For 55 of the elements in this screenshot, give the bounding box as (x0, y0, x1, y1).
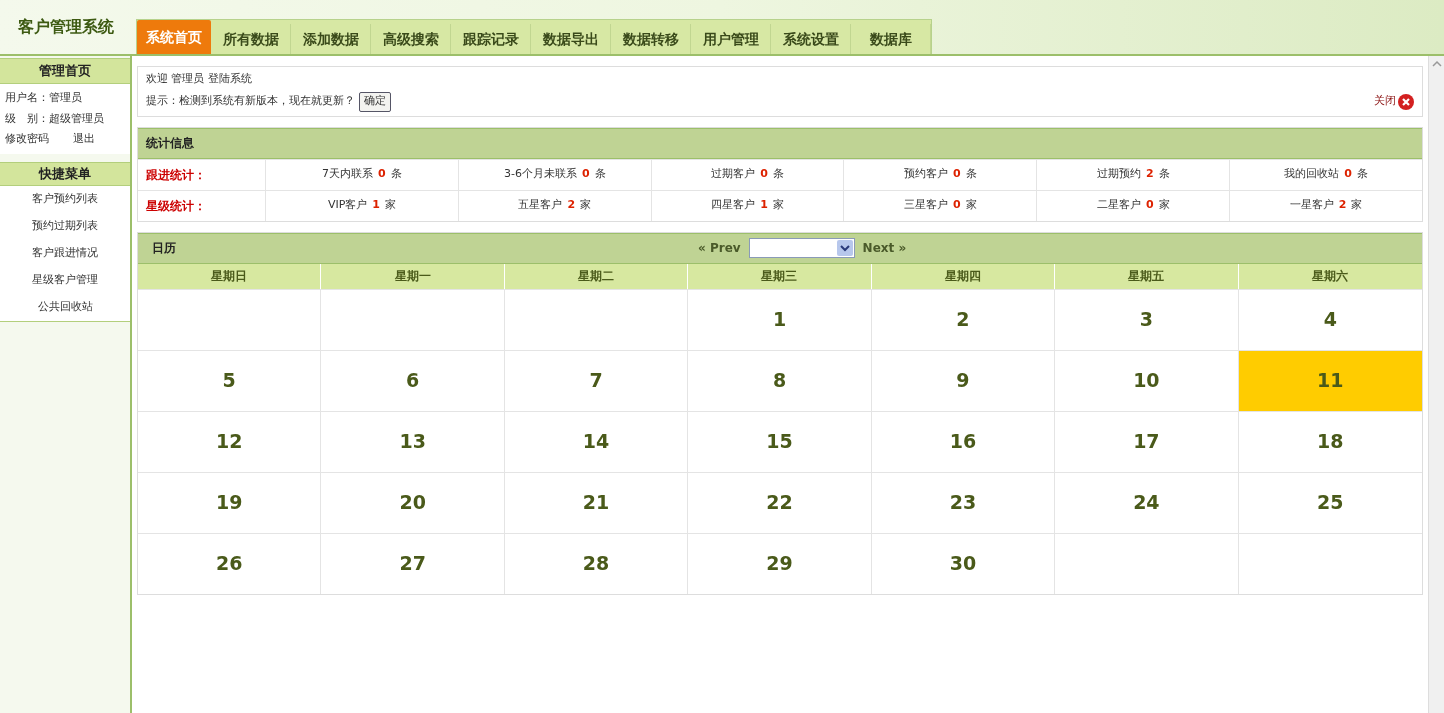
nav-tab[interactable]: 所有数据 (211, 24, 291, 54)
stats-item-text: 7天内联系 0 条 (322, 166, 402, 183)
dropdown-caret-icon (836, 240, 853, 256)
sidebar-heading: 管理首页 (0, 58, 130, 84)
stats-item-text: 一星客户 2 家 (1289, 197, 1363, 214)
weekday-label: 星期日 (211, 268, 248, 285)
nav-tab[interactable]: 添加数据 (291, 24, 371, 54)
weekday-label: 星期六 (1312, 268, 1349, 285)
menu-link[interactable]: 客户预约列表 (32, 185, 98, 213)
month-select[interactable] (748, 238, 855, 258)
app-logo: 客户管理系统 (18, 16, 114, 38)
stats-item-text: VIP客户 1 家 (327, 197, 396, 214)
sidebar-link[interactable]: 修改密码 (5, 131, 49, 148)
confirm-button[interactable]: 确定 (359, 91, 391, 112)
stats-item-text: 过期客户 0 条 (711, 166, 784, 183)
stats-item-text: 三星客户 0 家 (904, 197, 977, 214)
close-icon (1398, 93, 1414, 110)
user-info-text: 级 别：超级管理员 (5, 110, 105, 127)
stats-item-text: 二星客户 0 家 (1096, 197, 1170, 214)
scrollbar[interactable] (1428, 56, 1444, 713)
welcome-text: 欢迎 管理员 登陆系统 (146, 71, 253, 87)
nav-tab[interactable]: 数据库 (851, 24, 931, 54)
nav-tab[interactable]: 系统设置 (771, 24, 851, 54)
sidebar-heading: 快捷菜单 (0, 161, 130, 186)
weekday-label: 星期一 (394, 268, 431, 285)
sidebar-link[interactable]: 退出 (73, 131, 95, 148)
weekday-label: 星期二 (578, 268, 615, 285)
stats-row-label: 跟进统计： (146, 166, 206, 184)
weekday-label: 星期三 (761, 268, 798, 285)
stats-item-text: 3-6个月未联系 0 条 (503, 166, 606, 183)
weekday-label: 星期四 (944, 268, 981, 285)
stats-item-text: 我的回收站 0 条 (1284, 166, 1368, 183)
nav-tab[interactable]: 用户管理 (691, 24, 771, 54)
close-button[interactable]: 关闭 (1374, 93, 1414, 110)
calendar-title: 日历 (152, 240, 177, 257)
nav-tab[interactable]: 数据转移 (611, 24, 691, 54)
stats-title: 统计信息 (146, 135, 194, 152)
stats-row-label: 星级统计： (146, 197, 206, 215)
calendar-day[interactable]: 11 (1238, 350, 1422, 411)
menu-link[interactable]: 星级客户管理 (32, 266, 98, 294)
update-notice-text: 提示：检测到系统有新版本，现在就更新？ (146, 93, 355, 110)
nav-tab[interactable]: 数据导出 (531, 24, 611, 54)
nav-tab[interactable]: 高级搜索 (371, 24, 451, 54)
weekday-label: 星期五 (1128, 268, 1165, 285)
menu-link[interactable]: 客户跟进情况 (32, 239, 98, 267)
next-link[interactable]: Next » (862, 239, 907, 257)
menu-link[interactable]: 公共回收站 (37, 293, 93, 321)
stats-item-text: 五星客户 2 家 (518, 197, 592, 214)
stats-item-text: 预约客户 0 条 (904, 166, 977, 183)
user-info-text: 用户名：管理员 (5, 90, 83, 106)
stats-item-text: 过期预约 2 条 (1096, 166, 1170, 183)
stats-item-text: 四星客户 1 家 (711, 197, 784, 214)
nav-tab[interactable]: 跟踪记录 (451, 24, 531, 54)
menu-link[interactable]: 预约过期列表 (32, 212, 98, 240)
prev-link[interactable]: « Prev (698, 239, 741, 257)
